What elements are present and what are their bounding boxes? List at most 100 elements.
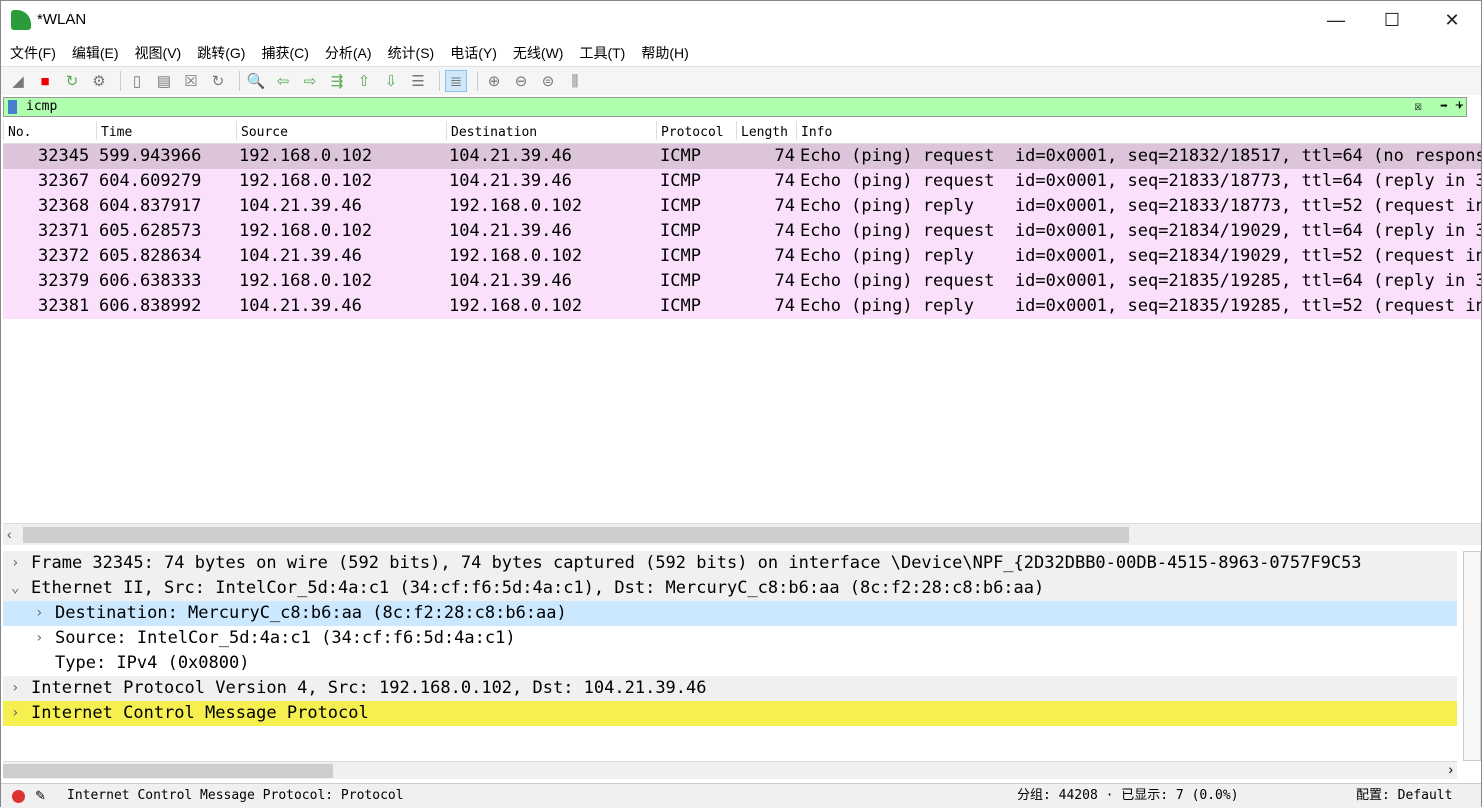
packet-cell-no: 32381 bbox=[38, 296, 90, 316]
start-capture-icon[interactable]: ◢ bbox=[7, 70, 29, 92]
detail-text: Source: IntelCor_5d:4a:c1 (34:cf:f6:5d:4… bbox=[55, 628, 516, 648]
title-bar: *WLAN — ☐ ✕ bbox=[1, 1, 1481, 39]
menu-item[interactable]: 文件(F) bbox=[5, 39, 61, 65]
packet-cell-length: 74 bbox=[774, 271, 795, 291]
column-header-protocol[interactable]: Protocol bbox=[656, 121, 724, 140]
packet-cell-length: 74 bbox=[774, 296, 795, 316]
resize-columns-icon[interactable]: ⫼ bbox=[564, 70, 586, 92]
save-file-icon[interactable]: ▤ bbox=[153, 70, 175, 92]
packet-row[interactable]: 32381 606.838992 104.21.39.46 192.168.0.102… bbox=[3, 294, 1481, 319]
scroll-right-icon[interactable]: › bbox=[1448, 761, 1453, 777]
packet-list-hscrollbar[interactable]: ‹ bbox=[3, 523, 1481, 545]
packet-row[interactable]: 32345 599.943966 192.168.0.102 104.21.39.46… bbox=[3, 144, 1481, 169]
packet-row[interactable]: 32368 604.837917 104.21.39.46 192.168.0.102… bbox=[3, 194, 1481, 219]
column-header-time[interactable]: Time bbox=[96, 121, 132, 140]
collapsed-arrow-icon[interactable]: › bbox=[11, 701, 19, 726]
menu-item[interactable]: 视图(V) bbox=[130, 39, 187, 65]
packet-cell-destination: 104.21.39.46 bbox=[449, 221, 572, 241]
display-filter-input[interactable]: icmp ☒ ➡ ▾ bbox=[3, 97, 1467, 117]
collapsed-arrow-icon[interactable]: › bbox=[35, 601, 43, 626]
details-hscrollbar[interactable]: › bbox=[3, 761, 1457, 779]
capture-options-icon[interactable]: ⚙ bbox=[88, 70, 110, 92]
packet-cell-no: 32368 bbox=[38, 196, 90, 216]
detail-text: Ethernet II, Src: IntelCor_5d:4a:c1 (34:… bbox=[31, 578, 1045, 598]
detail-row[interactable]: ⌄ Ethernet II, Src: IntelCor_5d:4a:c1 (34… bbox=[3, 576, 1457, 601]
menu-item[interactable]: 跳转(G) bbox=[192, 39, 250, 65]
packet-row[interactable]: 32367 604.609279 192.168.0.102 104.21.39.46… bbox=[3, 169, 1481, 194]
packet-cell-length: 74 bbox=[774, 196, 795, 216]
column-header-length[interactable]: Length bbox=[736, 121, 788, 140]
zoom-reset-icon[interactable]: ⊜ bbox=[537, 70, 559, 92]
menu-item[interactable]: 帮助(H) bbox=[636, 39, 693, 65]
expanded-arrow-icon[interactable]: ⌄ bbox=[11, 576, 19, 601]
reload-file-icon[interactable]: ↻ bbox=[207, 70, 229, 92]
go-forward-icon[interactable]: ⇨ bbox=[299, 70, 321, 92]
packet-cell-source: 104.21.39.46 bbox=[239, 296, 362, 316]
bookmark-icon[interactable] bbox=[8, 100, 17, 114]
collapsed-arrow-icon[interactable]: › bbox=[11, 676, 19, 701]
packet-cell-source: 192.168.0.102 bbox=[239, 271, 373, 291]
column-header-no[interactable]: No. bbox=[3, 121, 31, 140]
column-header-info[interactable]: Info bbox=[796, 121, 832, 140]
filter-text: icmp bbox=[26, 99, 58, 114]
minimize-button[interactable]: — bbox=[1313, 7, 1359, 33]
packet-list: No. Time Source Destination Protocol Length In… bbox=[3, 121, 1481, 523]
restart-capture-icon[interactable]: ↻ bbox=[61, 70, 83, 92]
packet-cell-destination: 104.21.39.46 bbox=[449, 271, 572, 291]
detail-row[interactable]: › Internet Protocol Version 4, Src: 192.1… bbox=[3, 676, 1457, 701]
packet-cell-no: 32345 bbox=[38, 146, 90, 166]
menu-item[interactable]: 分析(A) bbox=[320, 39, 377, 65]
detail-row[interactable]: › Frame 32345: 74 bytes on wire (592 bits… bbox=[3, 551, 1457, 576]
close-button[interactable]: ✕ bbox=[1429, 7, 1475, 33]
close-file-icon[interactable]: ☒ bbox=[180, 70, 202, 92]
profile-selector[interactable]: 配置: Default bbox=[1356, 784, 1452, 808]
go-back-icon[interactable]: ⇦ bbox=[272, 70, 294, 92]
clear-filter-icon[interactable]: ☒ bbox=[1414, 98, 1422, 116]
packet-cell-time: 605.828634 bbox=[99, 246, 202, 266]
detail-row[interactable]: Type: IPv4 (0x0800) bbox=[3, 651, 1457, 676]
expert-info-icon[interactable] bbox=[12, 790, 25, 803]
collapsed-arrow-icon[interactable]: › bbox=[11, 551, 19, 576]
scroll-thumb[interactable] bbox=[3, 764, 333, 778]
column-header-destination[interactable]: Destination bbox=[446, 121, 537, 140]
packet-cell-destination: 192.168.0.102 bbox=[449, 246, 583, 266]
menu-item[interactable]: 统计(S) bbox=[383, 39, 440, 65]
toolbar-separator bbox=[239, 71, 240, 91]
menu-item[interactable]: 工具(T) bbox=[574, 39, 630, 65]
menu-item[interactable]: 捕获(C) bbox=[256, 39, 313, 65]
apply-filter-icon[interactable]: ➡ bbox=[1440, 98, 1448, 116]
maximize-button[interactable]: ☐ bbox=[1369, 7, 1415, 33]
packet-cell-no: 32379 bbox=[38, 271, 90, 291]
first-packet-icon[interactable]: ⇧ bbox=[353, 70, 375, 92]
main-toolbar: ◢ ■ ↻ ⚙ ▯ ▤ ☒ ↻ 🔍 ⇦ ⇨ ⇶ ⇧ ⇩ ☰ ≣ ⊕ ⊖ ⊜ ⫼ bbox=[1, 66, 1481, 95]
scroll-thumb[interactable] bbox=[23, 527, 1129, 543]
open-file-icon[interactable]: ▯ bbox=[126, 70, 148, 92]
packet-row[interactable]: 32371 605.628573 192.168.0.102 104.21.39.46… bbox=[3, 219, 1481, 244]
find-packet-icon[interactable]: 🔍 bbox=[245, 70, 267, 92]
column-header-source[interactable]: Source bbox=[236, 121, 288, 140]
scroll-left-icon[interactable]: ‹ bbox=[7, 526, 12, 542]
go-to-packet-icon[interactable]: ⇶ bbox=[326, 70, 348, 92]
detail-row[interactable]: › Internet Control Message Protocol bbox=[3, 701, 1457, 726]
last-packet-icon[interactable]: ⇩ bbox=[380, 70, 402, 92]
menu-item[interactable]: 电话(Y) bbox=[445, 39, 502, 65]
collapsed-arrow-icon[interactable]: › bbox=[35, 626, 43, 651]
packet-cell-info: Echo (ping) request id=0x0001, seq=21834… bbox=[800, 221, 1481, 241]
packet-row[interactable]: 32379 606.638333 192.168.0.102 104.21.39.46… bbox=[3, 269, 1481, 294]
packet-row[interactable]: 32372 605.828634 104.21.39.46 192.168.0.102… bbox=[3, 244, 1481, 269]
packet-cell-protocol: ICMP bbox=[660, 196, 701, 216]
edit-comment-icon[interactable]: ✎ bbox=[35, 784, 46, 808]
colorize-icon[interactable]: ≣ bbox=[445, 70, 467, 92]
detail-row[interactable]: › Destination: MercuryC_c8:b6:aa (8c:f2:2… bbox=[3, 601, 1457, 626]
zoom-out-icon[interactable]: ⊖ bbox=[510, 70, 532, 92]
add-filter-button-icon[interactable]: + bbox=[1455, 97, 1464, 114]
menu-item[interactable]: 无线(W) bbox=[508, 39, 569, 65]
packet-cell-time: 599.943966 bbox=[99, 146, 202, 166]
autoscroll-icon[interactable]: ☰ bbox=[407, 70, 429, 92]
zoom-in-icon[interactable]: ⊕ bbox=[483, 70, 505, 92]
status-bar: ✎ Internet Control Message Protocol: Pro… bbox=[1, 783, 1481, 808]
detail-row[interactable]: › Source: IntelCor_5d:4a:c1 (34:cf:f6:5d:… bbox=[3, 626, 1457, 651]
packet-cell-length: 74 bbox=[774, 171, 795, 191]
menu-item[interactable]: 编辑(E) bbox=[67, 39, 124, 65]
stop-capture-icon[interactable]: ■ bbox=[34, 70, 56, 92]
